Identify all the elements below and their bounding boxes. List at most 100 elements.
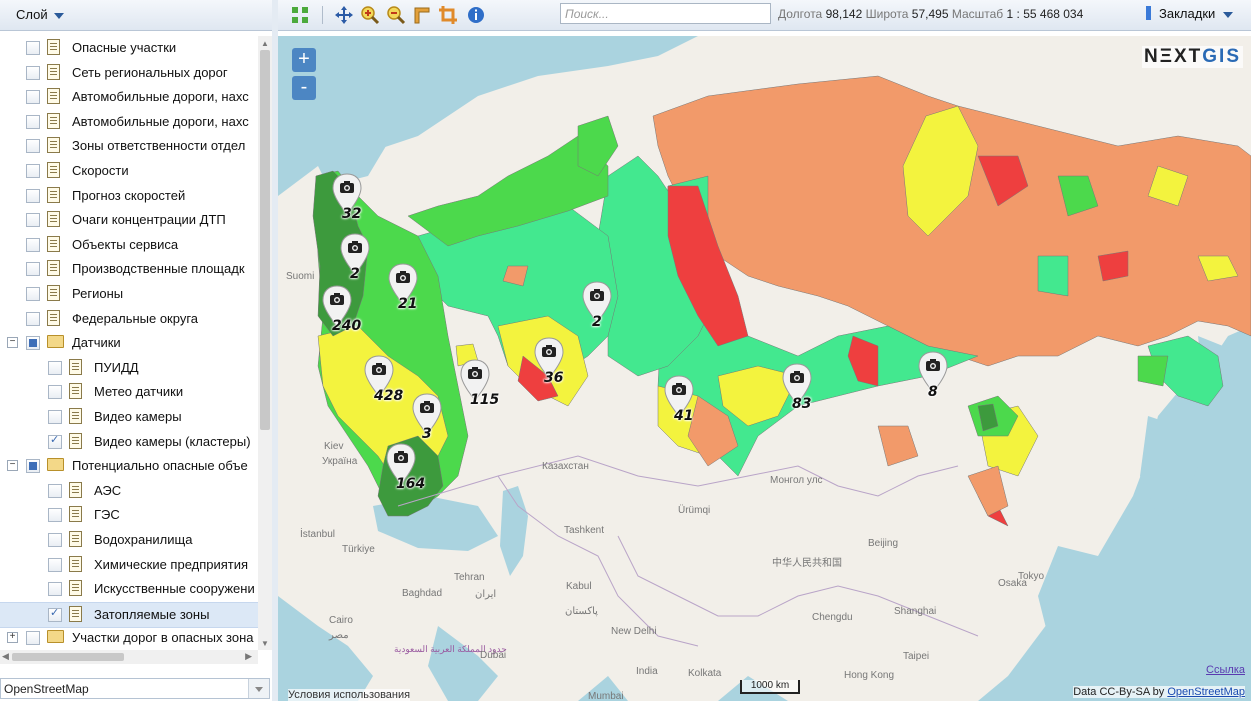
layer-row[interactable]: Регионы — [0, 282, 258, 306]
layer-checkbox[interactable] — [26, 262, 40, 277]
camera-cluster-marker[interactable]: 41 — [662, 374, 696, 430]
layer-row[interactable]: Видео камеры — [0, 405, 258, 429]
place-label: Kiev — [324, 441, 344, 452]
layer-checkbox[interactable] — [26, 188, 40, 203]
scrollbar-thumb[interactable] — [12, 653, 124, 661]
layer-row[interactable]: − Потенциально опасные объе — [0, 454, 258, 478]
layer-row[interactable]: ПУИДД — [0, 356, 258, 380]
crop-icon[interactable] — [438, 5, 458, 25]
layer-row[interactable]: Федеральные округа — [0, 307, 258, 331]
layer-checkbox[interactable] — [26, 114, 40, 129]
camera-cluster-marker[interactable]: 32 — [330, 172, 364, 228]
place-label: Казахстан — [542, 461, 589, 472]
layer-label: Потенциально опасные объе — [72, 458, 248, 474]
layer-row[interactable]: Искусственные сооружени — [0, 577, 258, 601]
layer-checkbox[interactable] — [26, 459, 40, 474]
layer-row[interactable]: Зоны ответственности отдел — [0, 134, 258, 158]
layer-panel-title[interactable]: Слой — [16, 7, 64, 22]
zoom-in-icon[interactable] — [360, 5, 380, 25]
map-canvas[interactable] — [278, 36, 1251, 701]
layer-row[interactable]: Водохранилища — [0, 528, 258, 552]
place-label: Mumbai — [588, 691, 624, 701]
camera-cluster-marker[interactable]: 83 — [780, 362, 814, 418]
camera-cluster-marker[interactable]: 164 — [384, 442, 425, 498]
layer-checkbox[interactable] — [26, 139, 40, 154]
camera-cluster-marker[interactable]: 36 — [532, 336, 566, 392]
scrollbar-thumb[interactable] — [260, 50, 270, 430]
layer-checkbox[interactable] — [26, 41, 40, 55]
terms-of-use[interactable]: Условия использования — [288, 689, 411, 701]
camera-cluster-marker[interactable]: 8 — [916, 350, 950, 406]
chevron-down-icon[interactable] — [248, 679, 269, 698]
basemap-select[interactable]: OpenStreetMap — [0, 678, 270, 699]
zoom-out-button[interactable]: - — [292, 76, 316, 100]
layer-checkbox[interactable] — [26, 65, 40, 80]
layer-checkbox[interactable] — [26, 237, 40, 252]
measure-icon[interactable] — [412, 5, 432, 25]
camera-cluster-marker[interactable]: 2 — [580, 280, 614, 336]
layer-checkbox[interactable] — [26, 311, 40, 326]
layer-row[interactable]: Объекты сервиса — [0, 233, 258, 257]
permalink-link[interactable]: Ссылка — [1206, 664, 1245, 676]
layer-checkbox[interactable] — [48, 385, 62, 400]
info-icon[interactable] — [466, 5, 486, 25]
zoom-in-button[interactable]: + — [292, 48, 316, 72]
camera-cluster-marker[interactable]: 2 — [338, 232, 372, 288]
layer-row[interactable]: + Участки дорог в опасных зона — [0, 626, 258, 650]
layer-row[interactable]: Сеть региональных дорог — [0, 61, 258, 85]
layer-row[interactable]: Производственные площадк — [0, 257, 258, 281]
chevron-down-icon[interactable] — [53, 12, 64, 19]
layer-checkbox[interactable] — [48, 483, 62, 498]
bookmarks-button[interactable]: Закладки — [1146, 6, 1234, 21]
collapse-icon[interactable]: − — [7, 337, 18, 349]
layer-row[interactable]: ГЭС — [0, 503, 258, 527]
layer-checkbox[interactable] — [48, 508, 62, 523]
layer-checkbox[interactable] — [26, 213, 40, 228]
layer-row[interactable]: Видео камеры (кластеры) — [0, 430, 258, 454]
layer-row[interactable]: Скорости — [0, 159, 258, 183]
layer-checkbox[interactable] — [26, 287, 40, 301]
layer-checkbox[interactable] — [48, 557, 62, 572]
zoom-out-icon[interactable] — [386, 5, 406, 25]
expand-icon[interactable]: + — [7, 632, 18, 644]
layer-row[interactable]: Химические предприятия — [0, 553, 258, 577]
search-input[interactable] — [560, 3, 771, 24]
layer-row[interactable]: Прогноз скоростей — [0, 184, 258, 208]
camera-cluster-marker[interactable]: 3 — [410, 392, 444, 448]
layer-panel-header[interactable]: Слой — [0, 0, 272, 31]
scroll-right-icon[interactable]: ▶ — [245, 651, 252, 662]
map-view[interactable]: Suomi Kiev Україна Казахстан Монгол улс … — [278, 36, 1251, 701]
layer-checkbox[interactable] — [48, 360, 62, 375]
layer-row[interactable]: Автомобильные дороги, нахс — [0, 110, 258, 134]
vertical-scrollbar[interactable]: ▲ ▼ — [258, 36, 272, 650]
layer-checkbox[interactable] — [48, 533, 62, 547]
layer-checkbox[interactable] — [26, 631, 40, 646]
scroll-down-icon[interactable]: ▼ — [261, 639, 269, 648]
osm-link[interactable]: OpenStreetMap — [1167, 686, 1245, 698]
collapse-icon[interactable]: − — [7, 460, 18, 472]
layer-checkbox[interactable] — [48, 582, 62, 597]
horizontal-scrollbar[interactable]: ◀ ▶ — [0, 650, 258, 664]
layer-checkbox[interactable] — [48, 433, 62, 449]
layer-row[interactable]: Очаги концентрации ДТП — [0, 208, 258, 232]
scroll-left-icon[interactable]: ◀ — [2, 651, 9, 662]
layer-row[interactable]: Затопляемые зоны — [0, 601, 258, 628]
layer-row[interactable]: − Датчики — [0, 331, 258, 355]
camera-cluster-marker[interactable]: 115 — [458, 358, 499, 414]
layer-row[interactable]: Опасные участки — [0, 36, 258, 60]
layer-row[interactable]: Метео датчики — [0, 380, 258, 404]
layer-row[interactable]: Автомобильные дороги, нахс — [0, 85, 258, 109]
flood-zone-red — [1097, 250, 1129, 282]
camera-cluster-marker[interactable]: 240 — [320, 284, 361, 340]
layer-row[interactable]: АЭС — [0, 479, 258, 503]
pan-icon[interactable] — [334, 5, 354, 25]
layer-checkbox[interactable] — [48, 606, 62, 622]
camera-cluster-marker[interactable]: 21 — [386, 262, 420, 318]
layer-checkbox[interactable] — [48, 410, 62, 424]
camera-cluster-marker[interactable]: 428 — [362, 354, 403, 410]
zoom-extent-icon[interactable] — [290, 5, 310, 25]
scroll-up-icon[interactable]: ▲ — [261, 39, 269, 48]
layer-checkbox[interactable] — [26, 336, 40, 351]
layer-checkbox[interactable] — [26, 164, 40, 178]
layer-checkbox[interactable] — [26, 90, 40, 105]
